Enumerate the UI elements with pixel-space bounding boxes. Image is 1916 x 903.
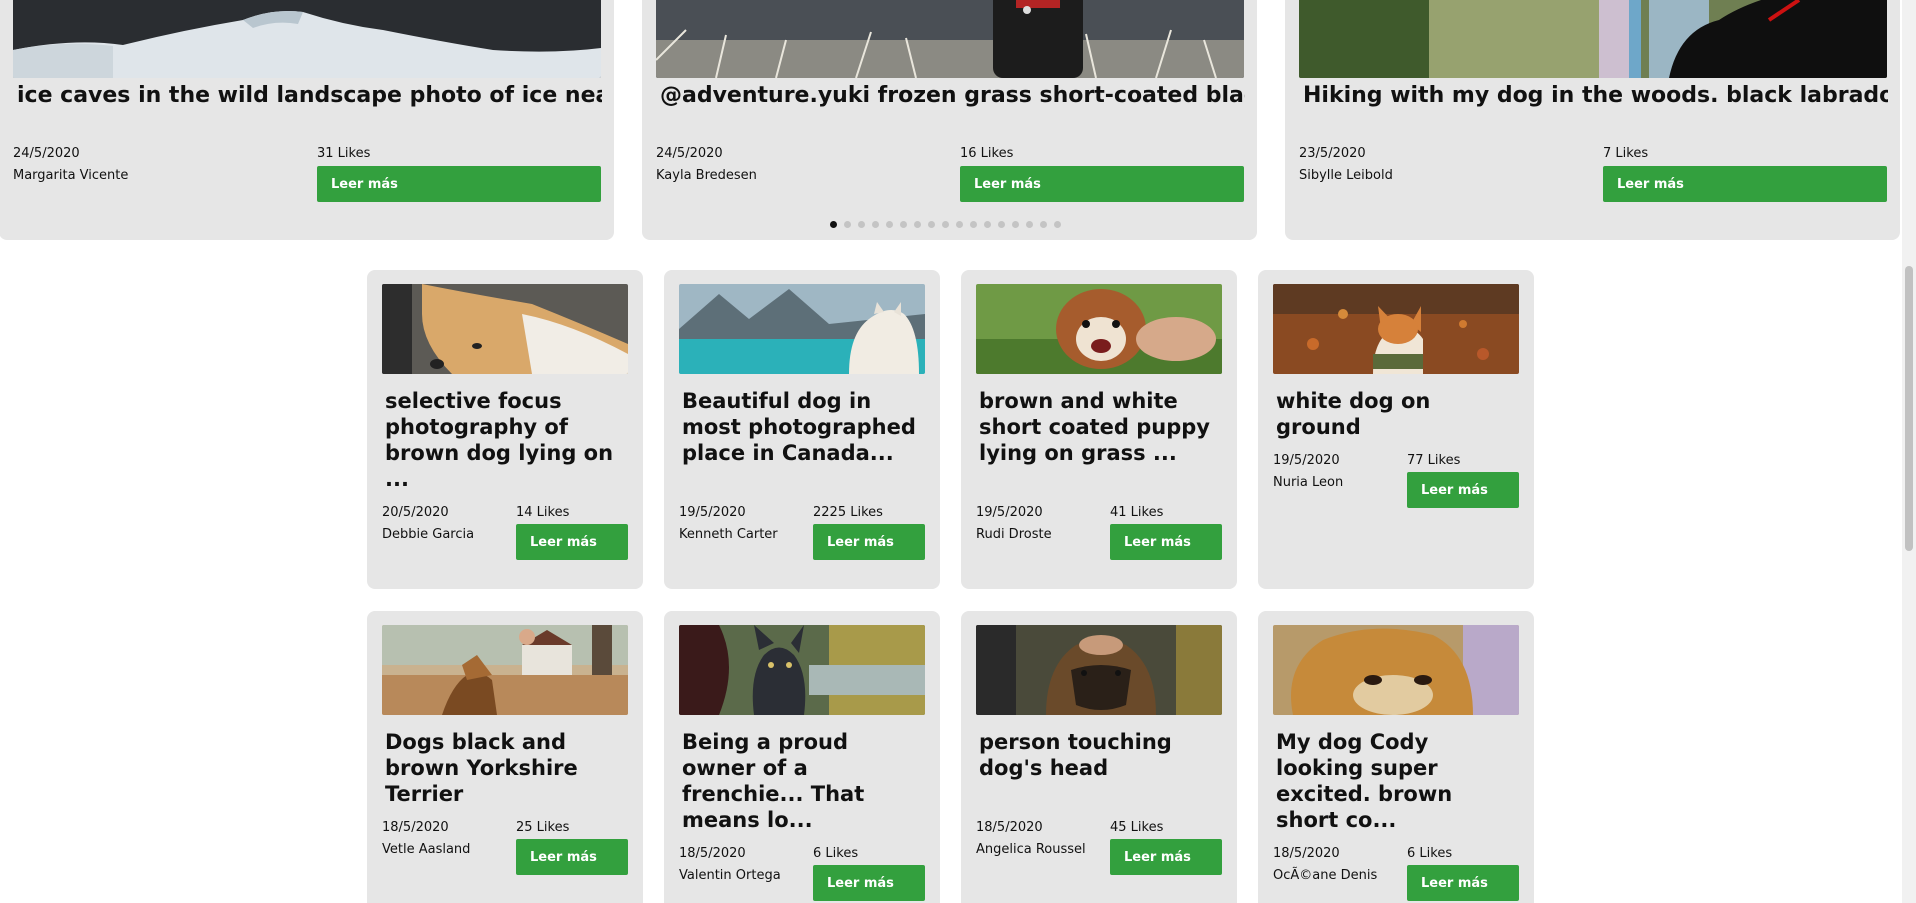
card-likes: 6 Likes: [813, 846, 859, 861]
card-image[interactable]: [1273, 284, 1519, 374]
card-date: 18/5/2020: [976, 820, 1043, 835]
carousel-dot[interactable]: [970, 221, 977, 228]
carousel-dot[interactable]: [928, 221, 935, 228]
carousel-dot[interactable]: [956, 221, 963, 228]
slide-author: Sibylle Leibold: [1299, 168, 1393, 183]
carousel-slide: Hiking with my dog in the woods. black l…: [1285, 0, 1900, 240]
card-author: Vetle Aasland: [382, 842, 471, 857]
slide-title: Hiking with my dog in the woods. black l…: [1303, 83, 1888, 108]
scrollbar-thumb[interactable]: [1905, 266, 1913, 551]
post-card: brown and white short coated puppy lying…: [961, 270, 1237, 589]
slide-title: ice caves in the wild landscape photo of…: [17, 83, 602, 108]
card-date: 20/5/2020: [382, 505, 449, 520]
card-title: selective focus photography of brown dog…: [385, 389, 614, 491]
post-card: selective focus photography of brown dog…: [367, 270, 643, 589]
read-more-button[interactable]: Leer más: [960, 166, 1244, 202]
slide-author: Kayla Bredesen: [656, 168, 757, 183]
read-more-button[interactable]: Leer más: [813, 865, 925, 901]
carousel-dot[interactable]: [1054, 221, 1061, 228]
carousel: ice caves in the wild landscape photo of…: [0, 0, 1902, 242]
card-likes: 25 Likes: [516, 820, 570, 835]
carousel-slide: ice caves in the wild landscape photo of…: [0, 0, 614, 240]
card-date: 18/5/2020: [1273, 846, 1340, 861]
carousel-dot[interactable]: [998, 221, 1005, 228]
card-image[interactable]: [382, 625, 628, 715]
card-author: Valentin Ortega: [679, 868, 781, 883]
card-date: 19/5/2020: [679, 505, 746, 520]
slide-date: 24/5/2020: [13, 146, 80, 161]
card-date: 18/5/2020: [679, 846, 746, 861]
card-likes: 77 Likes: [1407, 453, 1461, 468]
card-date: 19/5/2020: [1273, 453, 1340, 468]
card-likes: 41 Likes: [1110, 505, 1164, 520]
read-more-button[interactable]: Leer más: [1407, 472, 1519, 508]
card-image[interactable]: [382, 284, 628, 374]
card-title: My dog Cody looking super excited. brown…: [1276, 730, 1453, 832]
carousel-dot[interactable]: [872, 221, 879, 228]
card-image[interactable]: [1273, 625, 1519, 715]
read-more-button[interactable]: Leer más: [516, 524, 628, 560]
slide-image[interactable]: [1299, 0, 1887, 78]
card-likes: 6 Likes: [1407, 846, 1453, 861]
carousel-dot[interactable]: [886, 221, 893, 228]
card-title: Being a proud owner of a frenchie... Tha…: [682, 730, 865, 832]
card-title: brown and white short coated puppy lying…: [979, 389, 1210, 465]
read-more-button[interactable]: Leer más: [1110, 839, 1222, 875]
card-date: 18/5/2020: [382, 820, 449, 835]
card-likes: 14 Likes: [516, 505, 570, 520]
carousel-dot[interactable]: [830, 221, 837, 228]
slide-date: 23/5/2020: [1299, 146, 1366, 161]
card-author: Angelica Roussel: [976, 842, 1086, 857]
post-card: person touching dog's head 18/5/2020 Ang…: [961, 611, 1237, 903]
carousel-dot[interactable]: [984, 221, 991, 228]
read-more-button[interactable]: Leer más: [516, 839, 628, 875]
slide-likes: 16 Likes: [960, 146, 1014, 161]
card-title: white dog on ground: [1276, 389, 1431, 439]
carousel-dot[interactable]: [1012, 221, 1019, 228]
slide-likes: 7 Likes: [1603, 146, 1649, 161]
card-title: Beautiful dog in most photographed place…: [682, 389, 916, 465]
card-image[interactable]: [976, 625, 1222, 715]
card-date: 19/5/2020: [976, 505, 1043, 520]
carousel-dot[interactable]: [844, 221, 851, 228]
card-author: OcÃ©ane Denis: [1273, 868, 1378, 883]
post-card: Beautiful dog in most photographed place…: [664, 270, 940, 589]
slide-likes: 31 Likes: [317, 146, 371, 161]
card-author: Nuria Leon: [1273, 475, 1344, 490]
card-title: person touching dog's head: [979, 730, 1172, 780]
post-card: Dogs black and brown Yorkshire Terrier 1…: [367, 611, 643, 903]
vertical-scrollbar[interactable]: [1902, 0, 1916, 903]
card-author: Debbie Garcia: [382, 527, 475, 542]
slide-author: Margarita Vicente: [13, 168, 129, 183]
card-image[interactable]: [679, 284, 925, 374]
carousel-dot[interactable]: [1026, 221, 1033, 228]
card-author: Kenneth Carter: [679, 527, 778, 542]
slide-date: 24/5/2020: [656, 146, 723, 161]
page: ice caves in the wild landscape photo of…: [0, 0, 1916, 903]
post-card: Being a proud owner of a frenchie... Tha…: [664, 611, 940, 903]
card-title: Dogs black and brown Yorkshire Terrier: [385, 730, 578, 806]
card-likes: 2225 Likes: [813, 505, 883, 520]
read-more-button[interactable]: Leer más: [1603, 166, 1887, 202]
carousel-dot[interactable]: [942, 221, 949, 228]
read-more-button[interactable]: Leer más: [317, 166, 601, 202]
carousel-pagination: [830, 221, 1061, 229]
post-card: My dog Cody looking super excited. brown…: [1258, 611, 1534, 903]
slide-image[interactable]: [13, 0, 601, 78]
card-author: Rudi Droste: [976, 527, 1052, 542]
card-image[interactable]: [679, 625, 925, 715]
read-more-button[interactable]: Leer más: [1407, 865, 1519, 901]
carousel-dot[interactable]: [1040, 221, 1047, 228]
carousel-dot[interactable]: [914, 221, 921, 228]
slide-image[interactable]: [656, 0, 1244, 78]
card-image[interactable]: [976, 284, 1222, 374]
read-more-button[interactable]: Leer más: [813, 524, 925, 560]
carousel-dot[interactable]: [858, 221, 865, 228]
carousel-slide: @adventure.yuki frozen grass short-coate…: [642, 0, 1257, 240]
read-more-button[interactable]: Leer más: [1110, 524, 1222, 560]
carousel-dot[interactable]: [900, 221, 907, 228]
card-likes: 45 Likes: [1110, 820, 1164, 835]
post-card: white dog on ground 19/5/2020 Nuria Leon…: [1258, 270, 1534, 589]
slide-title: @adventure.yuki frozen grass short-coate…: [660, 83, 1245, 108]
